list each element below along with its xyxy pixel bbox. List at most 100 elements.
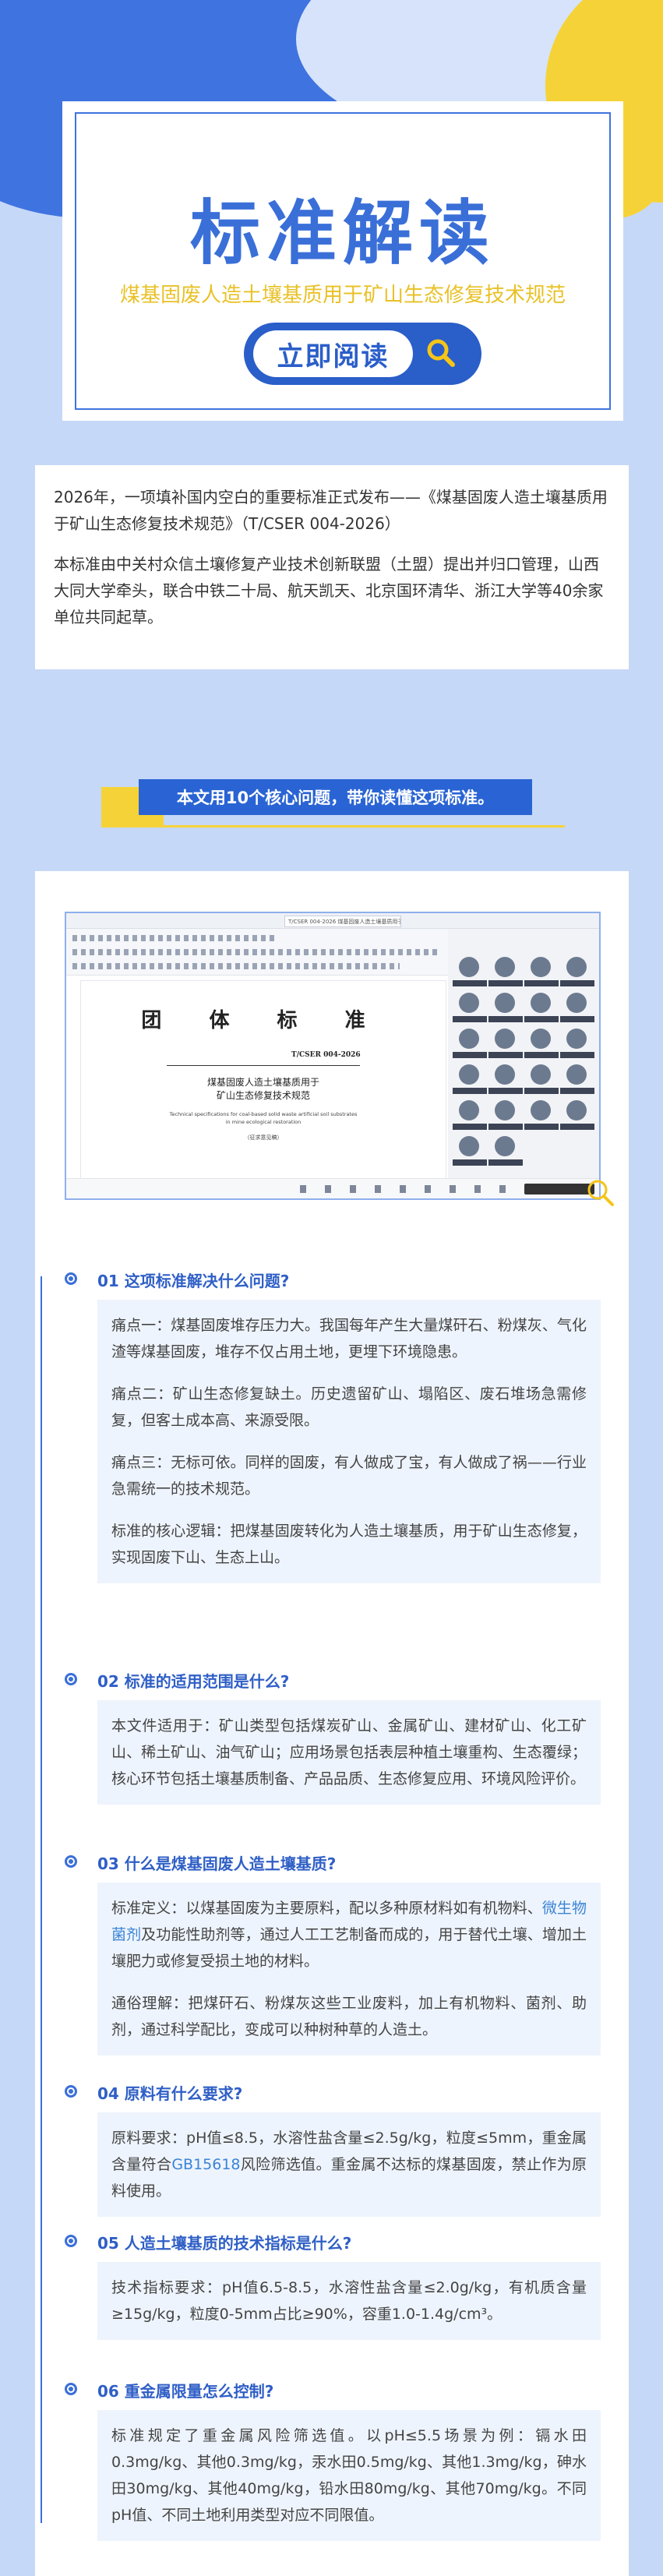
- avatar: [531, 1100, 551, 1120]
- qa-body: 标准定义：以煤基固废为主要原料，配以多种原材料如有机物料、微生物菌剂及功能性助剂…: [97, 1883, 601, 2056]
- qa-title: 05 人造土壤基质的技术指标是什么?: [97, 2234, 352, 2253]
- participant-tile[interactable]: [560, 1063, 594, 1097]
- participant-tile[interactable]: [453, 1027, 487, 1061]
- doc-name-line-1: 煤基固废人造土壤基质用于: [206, 1077, 319, 1088]
- qa-paragraph: 原料要求：pH值≤8.5，水溶性盐含量≤2.5g/kg，粒度≤5mm，重金属含量…: [111, 2125, 587, 2204]
- doc-en-line-2: in mine ecological restoration: [225, 1119, 302, 1125]
- participant-name-bar: [453, 1124, 487, 1130]
- participant-tile[interactable]: [524, 1063, 559, 1097]
- browser-tab: T/CSER 004-2026 煤基固废人造土壤基质用于矿山生态修复技术规范: [284, 916, 401, 927]
- avatar: [459, 1136, 479, 1156]
- avatar: [566, 957, 587, 977]
- participant-tile[interactable]: [560, 1027, 594, 1061]
- gb15618-link[interactable]: GB15618: [171, 2156, 240, 2173]
- participant-name-bar: [560, 1088, 594, 1094]
- qa-paragraph: 技术指标要求：pH值6.5-8.5，水溶性盐含量≤2.0g/kg，有机质含量≥1…: [111, 2279, 587, 2323]
- editor-toolbar: [66, 929, 456, 976]
- doc-english-name: Technical specifications for coal-based …: [81, 1110, 446, 1126]
- timeline-line: [41, 1276, 42, 2523]
- qa-paragraph: 标准的核心逻辑：把煤基固废转化为人造土壤基质，用于矿山生态修复，实现固废下山、生…: [111, 1523, 587, 1566]
- qa-section-03: 03 什么是煤基固废人造土壤基质? 标准定义：以煤基固废为主要原料，配以多种原材…: [65, 1851, 601, 2077]
- qa-body: 痛点一：煤基固废堆存压力大。我国每年产生大量煤矸石、粉煤灰、气化渣等煤基固废，堆…: [97, 1300, 601, 1583]
- doc-name: 煤基固废人造土壤基质用于 矿山生态修复技术规范: [81, 1076, 446, 1103]
- participant-name-bar: [524, 1016, 559, 1022]
- participant-name-bar: [453, 1088, 487, 1094]
- qa-section-01: 01 这项标准解决什么问题? 痛点一：煤基固废堆存压力大。我国每年产生大量煤矸石…: [65, 1269, 601, 1643]
- banner-underline: [101, 825, 565, 827]
- timeline-dot: [65, 1673, 77, 1685]
- participant-tile[interactable]: [488, 955, 523, 990]
- participant-tile[interactable]: [488, 1099, 523, 1133]
- participant-name-bar: [488, 1088, 523, 1094]
- participant-name-bar: [524, 1052, 559, 1058]
- timeline-dot: [65, 2085, 77, 2098]
- avatar: [566, 1064, 587, 1085]
- participant-tile[interactable]: [453, 1099, 487, 1133]
- participant-name-bar: [488, 1016, 523, 1022]
- participant-tile[interactable]: [453, 1134, 487, 1169]
- doc-en-line-1: Technical specifications for coal-based …: [169, 1111, 358, 1117]
- participant-name-bar: [560, 1052, 594, 1058]
- qa-paragraph: 标准规定了重金属风险筛选值。以pH≤5.5场景为例：镉水田0.3mg/kg、其他…: [111, 2427, 587, 2524]
- browser-tab-bar: T/CSER 004-2026 煤基固废人造土壤基质用于矿山生态修复技术规范: [66, 913, 599, 929]
- read-now-label: 立即阅读: [253, 330, 413, 377]
- qa-paragraph: 痛点一：煤基固废堆存压力大。我国每年产生大量煤矸石、粉煤灰、气化渣等煤基固废，堆…: [111, 1317, 587, 1360]
- section-banner: 本文用10个核心问题，带你读懂这项标准。: [139, 779, 532, 815]
- participant-tile[interactable]: [488, 991, 523, 1025]
- hero-frame: 标准解读 煤基固废人造土壤基质用于矿山生态修复技术规范 立即阅读: [75, 112, 611, 410]
- participant-tile[interactable]: [524, 1099, 559, 1133]
- participant-name-bar: [453, 1052, 487, 1058]
- participant-name-bar: [524, 980, 559, 986]
- participant-tile[interactable]: [560, 955, 594, 990]
- qa-paragraph: 痛点二：矿山生态修复缺土。历史遗留矿山、塌陷区、废石堆场急需修复，但客土成本高、…: [111, 1385, 587, 1429]
- participant-name-bar: [488, 1124, 523, 1130]
- intro-paragraph-2: 本标准由中关村众信土壤修复产业技术创新联盟（土盟）提出并归口管理，山西大同大学牵…: [54, 555, 604, 626]
- participant-name-bar: [488, 1159, 523, 1166]
- qa-title: 06 重金属限量怎么控制?: [97, 2382, 274, 2401]
- participant-tile[interactable]: [488, 1063, 523, 1097]
- participant-tile[interactable]: [453, 1063, 487, 1097]
- content-card: T/CSER 004-2026 煤基固废人造土壤基质用于矿山生态修复技术规范 团…: [35, 871, 629, 2576]
- avatar: [495, 993, 515, 1013]
- intro-paragraph-1: 2026年，一项填补国内空白的重要标准正式发布——《煤基固废人造土壤基质用于矿山…: [54, 488, 608, 533]
- avatar: [495, 1064, 515, 1085]
- participant-tile[interactable]: [453, 955, 487, 990]
- standard-document-page: 团 体 标 准 T/CSER 004-2026 煤基固废人造土壤基质用于 矿山生…: [80, 980, 446, 1189]
- meeting-controls-bar: [66, 1178, 599, 1198]
- participant-tile[interactable]: [524, 991, 559, 1025]
- qa-body: 技术指标要求：pH值6.5-8.5，水溶性盐含量≤2.0g/kg，有机质含量≥1…: [97, 2262, 601, 2340]
- hero-subtitle: 煤基固废人造土壤基质用于矿山生态修复技术规范: [119, 284, 566, 307]
- read-now-button[interactable]: 立即阅读: [244, 323, 481, 385]
- doc-draft-label: （征求意见稿）: [244, 1134, 283, 1141]
- participant-name-bar: [453, 1159, 487, 1166]
- avatar: [566, 1029, 587, 1049]
- participant-tile[interactable]: [488, 1027, 523, 1061]
- meeting-screenshot: T/CSER 004-2026 煤基固废人造土壤基质用于矿山生态修复技术规范 团…: [65, 912, 601, 1200]
- avatar: [459, 1100, 479, 1120]
- participant-name-bar: [488, 980, 523, 986]
- avatar: [459, 1064, 479, 1085]
- participant-grid: [448, 929, 599, 1178]
- qa-title: 04 原料有什么要求?: [97, 2084, 243, 2103]
- qa-section-05: 05 人造土壤基质的技术指标是什么? 技术指标要求：pH值6.5-8.5，水溶性…: [65, 2231, 601, 2359]
- qa-section-06: 06 重金属限量怎么控制? 标准规定了重金属风险筛选值。以pH≤5.5场景为例：…: [65, 2379, 601, 2574]
- avatar: [566, 1100, 587, 1120]
- timeline-dot: [65, 1855, 77, 1868]
- participant-tile[interactable]: [453, 991, 487, 1025]
- participant-tile[interactable]: [524, 955, 559, 990]
- qa-title: 02 标准的适用范围是什么?: [97, 1672, 290, 1691]
- participant-tile[interactable]: [560, 1099, 594, 1133]
- avatar: [495, 1136, 515, 1156]
- participant-tile[interactable]: [488, 1134, 523, 1169]
- qa-body: 原料要求：pH值≤8.5，水溶性盐含量≤2.5g/kg，粒度≤5mm，重金属含量…: [97, 2112, 601, 2217]
- qa-paragraph: 通俗理解：把煤矸石、粉煤灰这些工业废料，加上有机物料、菌剂、助剂，通过科学配比，…: [111, 1995, 587, 2038]
- qa-text: 标准定义：以煤基固废为主要原料，配以多种原材料如有机物料、: [111, 1900, 542, 1917]
- participant-name-bar: [560, 980, 594, 986]
- timeline-dot: [65, 1272, 77, 1285]
- qa-title: 03 什么是煤基固废人造土壤基质?: [97, 1854, 337, 1873]
- qa-title: 01 这项标准解决什么问题?: [97, 1272, 290, 1290]
- doc-code: T/CSER 004-2026: [291, 1051, 361, 1059]
- participant-name-bar: [560, 1016, 594, 1022]
- participant-tile[interactable]: [560, 991, 594, 1025]
- participant-tile[interactable]: [524, 1027, 559, 1061]
